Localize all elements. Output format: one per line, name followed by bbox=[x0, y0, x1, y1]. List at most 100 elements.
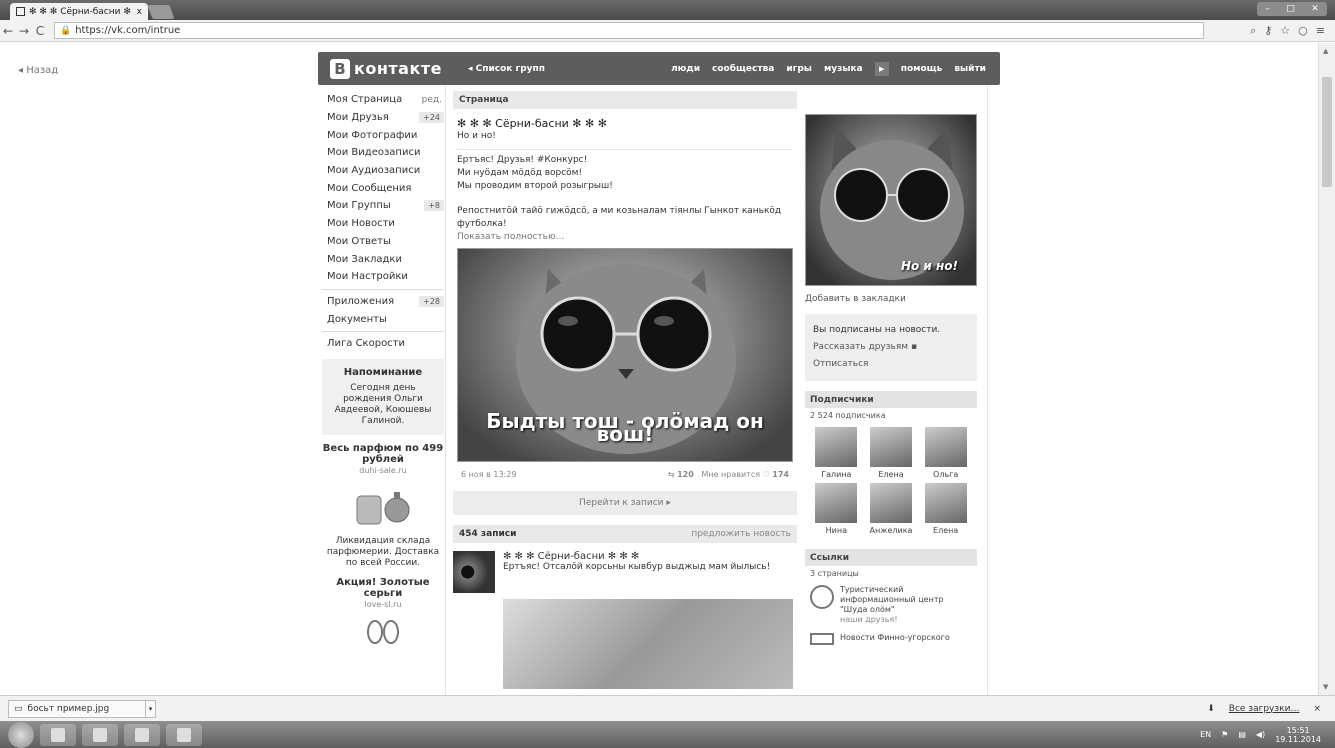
reload-icon[interactable]: C bbox=[32, 24, 48, 38]
group-avatar[interactable]: Но и но! bbox=[805, 114, 977, 286]
nav-music[interactable]: музыка bbox=[824, 64, 863, 74]
zoom-icon[interactable]: ⌕ bbox=[1250, 24, 1256, 38]
menu-item-my-page[interactable]: Моя Страница ред. bbox=[322, 91, 444, 109]
edit-link[interactable]: ред. bbox=[422, 95, 444, 105]
subscriber[interactable]: Ольга bbox=[918, 427, 973, 479]
menu-item-groups[interactable]: Мои Группы +8 bbox=[322, 197, 444, 215]
window-controls[interactable]: – □ ✕ bbox=[1257, 2, 1327, 16]
maximize-icon[interactable]: □ bbox=[1286, 4, 1295, 14]
menu-item-label: Мои Аудиозаписи bbox=[327, 165, 421, 177]
new-tab-button[interactable] bbox=[147, 5, 175, 19]
go-to-post-button[interactable]: Перейти к записи ▸ bbox=[453, 491, 797, 515]
like-label[interactable]: Мне нравится bbox=[701, 470, 760, 479]
flag-icon[interactable]: ⚑ bbox=[1221, 730, 1228, 739]
add-bookmark-link[interactable]: Добавить в закладки bbox=[805, 294, 977, 304]
download-menu-button[interactable]: ▾ bbox=[146, 699, 156, 718]
reminder-text[interactable]: Сегодня день рождения Ольги Авдеевой, Ко… bbox=[326, 383, 440, 427]
nav-help[interactable]: помощь bbox=[901, 64, 943, 74]
browser-tab[interactable]: ✻ ✻ ✻ Сёрни-басни ✻ x bbox=[10, 3, 148, 20]
scroll-up-icon[interactable]: ▲ bbox=[1323, 47, 1328, 55]
back-arrow-icon[interactable]: ← bbox=[0, 24, 16, 38]
subscriber[interactable]: Нина bbox=[809, 483, 864, 535]
menu-item-news[interactable]: Мои Новости bbox=[322, 215, 444, 233]
link-item[interactable]: Новости Финно-угорского bbox=[805, 629, 977, 649]
wall-post-photo[interactable] bbox=[503, 599, 793, 689]
ad-earrings[interactable]: Акция! Золотые серьги love-sl.ru bbox=[322, 577, 444, 648]
menu-item-messages[interactable]: Мои Сообщения bbox=[322, 179, 444, 197]
close-downloads-button[interactable]: × bbox=[1313, 704, 1321, 714]
tab-close-button[interactable]: x bbox=[137, 7, 142, 17]
vk-logo[interactable]: В контакте bbox=[330, 58, 442, 79]
heart-icon[interactable]: ♡ bbox=[763, 470, 770, 479]
subscriber[interactable]: Елена bbox=[918, 483, 973, 535]
menu-item-label: Приложения bbox=[327, 295, 395, 307]
play-icon[interactable]: ▶ bbox=[874, 61, 889, 76]
menu-item-docs[interactable]: Документы bbox=[322, 310, 444, 328]
ad-perfume[interactable]: Весь парфюм по 499 рублей duhi-sale.ru Л… bbox=[322, 443, 444, 569]
post-photo[interactable]: Быдты тош - олӧмад он вош! bbox=[457, 248, 793, 462]
language-indicator[interactable]: EN bbox=[1200, 730, 1211, 739]
suggest-news-link[interactable]: предложить новость bbox=[691, 529, 791, 539]
menu-item-bookmarks[interactable]: Мои Закладки bbox=[322, 250, 444, 268]
scroll-down-icon[interactable]: ▼ bbox=[1323, 683, 1328, 691]
menu-item-label: Мои Видеозаписи bbox=[327, 147, 421, 159]
unsubscribe-link[interactable]: Отписаться bbox=[813, 356, 969, 373]
subscribers-count[interactable]: 2 524 подписчика bbox=[805, 408, 977, 423]
taskbar-chrome[interactable] bbox=[82, 723, 118, 746]
links-title[interactable]: Ссылки bbox=[805, 549, 977, 566]
ad-image bbox=[353, 484, 413, 528]
menu-item-league[interactable]: Лига Скорости bbox=[322, 335, 444, 353]
extension-icon[interactable]: ○ bbox=[1298, 24, 1308, 38]
volume-icon[interactable]: ◀) bbox=[1256, 730, 1265, 739]
nav-logout[interactable]: выйти bbox=[954, 64, 986, 74]
nav-games[interactable]: игры bbox=[786, 64, 812, 74]
download-item[interactable]: ▭ босьт пример.jpg bbox=[8, 699, 146, 718]
menu-item-photos[interactable]: Мои Фотографии bbox=[322, 126, 444, 144]
address-bar[interactable]: 🔒 https://vk.com/intrue bbox=[54, 22, 1204, 39]
subscriber[interactable]: Елена bbox=[864, 427, 919, 479]
taskbar-app[interactable] bbox=[124, 723, 160, 746]
subscriber[interactable]: Галина bbox=[809, 427, 864, 479]
ad-title: Акция! Золотые серьги bbox=[336, 576, 430, 599]
menu-item-settings[interactable]: Мои Настройки bbox=[322, 268, 444, 286]
group-list-link[interactable]: ◂ Список групп bbox=[468, 64, 545, 74]
back-link[interactable]: ◂ Назад bbox=[18, 65, 58, 76]
page-bar: Страница bbox=[453, 91, 797, 109]
menu-item-audio[interactable]: Мои Аудиозаписи bbox=[322, 162, 444, 180]
right-column: Но и но! Добавить в закладки Вы подписан… bbox=[805, 114, 977, 649]
repost-icon[interactable]: ⇆ bbox=[668, 470, 675, 479]
taskbar-explorer[interactable] bbox=[40, 723, 76, 746]
network-icon[interactable]: ▤ bbox=[1238, 730, 1246, 739]
menu-item-label: Мои Ответы bbox=[327, 235, 391, 247]
minimize-icon[interactable]: – bbox=[1265, 4, 1270, 14]
avatar[interactable] bbox=[453, 551, 495, 593]
nav-communities[interactable]: сообщества bbox=[712, 64, 774, 74]
menu-item-friends[interactable]: Мои Друзья +24 bbox=[322, 109, 444, 127]
menu-item-videos[interactable]: Мои Видеозаписи bbox=[322, 144, 444, 162]
link-item[interactable]: Туристический информационный центр "Шуда… bbox=[805, 581, 977, 629]
post-date[interactable]: 6 ноя в 13:29 bbox=[461, 468, 516, 481]
all-downloads-link[interactable]: Все загрузки… bbox=[1229, 704, 1300, 714]
start-button[interactable] bbox=[8, 721, 34, 748]
close-window-icon[interactable]: ✕ bbox=[1311, 4, 1319, 14]
menu-item-label: Мои Новости bbox=[327, 218, 395, 230]
scrollbar-thumb[interactable] bbox=[1322, 77, 1332, 187]
show-more-link[interactable]: Показать полностью… bbox=[457, 231, 793, 244]
nav-people[interactable]: люди bbox=[671, 64, 700, 74]
tell-friends-link[interactable]: Рассказать друзьям ▪ bbox=[813, 339, 969, 356]
menu-item-apps[interactable]: Приложения +28 bbox=[322, 293, 444, 311]
clock[interactable]: 15:51 19.11.2014 bbox=[1275, 726, 1321, 744]
subscribers-title[interactable]: Подписчики bbox=[805, 391, 977, 408]
page-scrollbar[interactable]: ▲ ▼ bbox=[1318, 43, 1335, 695]
wall-author[interactable]: ✻ ✻ ✻ Сёрни-басни ✻ ✻ ✻ bbox=[503, 551, 770, 562]
taskbar-app[interactable] bbox=[166, 723, 202, 746]
menu-item-answers[interactable]: Мои Ответы bbox=[322, 233, 444, 251]
wall-post: ✻ ✻ ✻ Сёрни-басни ✻ ✻ ✻ Ертъяс! Отсалӧй … bbox=[453, 551, 797, 593]
forward-arrow-icon[interactable]: → bbox=[16, 24, 32, 38]
star-icon[interactable]: ☆ bbox=[1280, 24, 1290, 38]
menu-icon[interactable]: ≡ bbox=[1316, 24, 1325, 38]
subscriber[interactable]: Анжелика bbox=[864, 483, 919, 535]
like-count: 174 bbox=[772, 470, 789, 479]
tell-friends-label: Рассказать друзьям bbox=[813, 342, 909, 352]
key-icon[interactable]: ⚷ bbox=[1264, 24, 1272, 38]
